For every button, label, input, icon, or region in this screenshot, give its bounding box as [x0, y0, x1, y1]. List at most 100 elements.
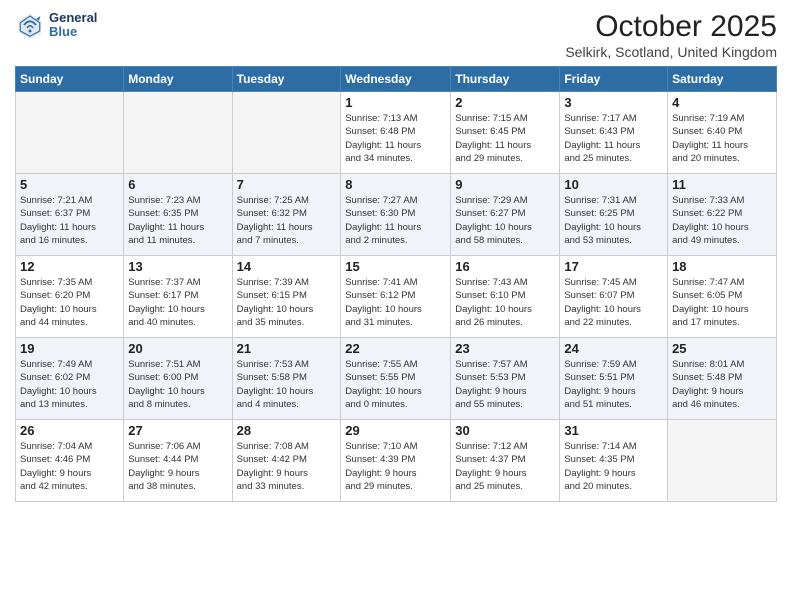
day-info-line: Daylight: 9 hours: [237, 468, 308, 479]
day-info-line: Sunset: 6:43 PM: [564, 126, 634, 137]
day-number: 31: [564, 423, 663, 438]
day-info: Sunrise: 7:21 AMSunset: 6:37 PMDaylight:…: [20, 194, 119, 247]
day-info-line: Sunset: 5:48 PM: [672, 372, 742, 383]
day-info-line: and 51 minutes.: [564, 399, 632, 410]
day-info-line: Sunrise: 8:01 AM: [672, 359, 744, 370]
day-number: 6: [128, 177, 227, 192]
day-info-line: Sunrise: 7:10 AM: [345, 441, 417, 452]
day-info: Sunrise: 7:55 AMSunset: 5:55 PMDaylight:…: [345, 358, 446, 411]
day-info: Sunrise: 7:53 AMSunset: 5:58 PMDaylight:…: [237, 358, 337, 411]
day-info-line: Sunrise: 7:29 AM: [455, 195, 527, 206]
day-info: Sunrise: 7:06 AMSunset: 4:44 PMDaylight:…: [128, 440, 227, 493]
day-info-line: and 44 minutes.: [20, 317, 88, 328]
day-info-line: Sunset: 6:45 PM: [455, 126, 525, 137]
page-container: General Blue October 2025 Selkirk, Scotl…: [0, 0, 792, 512]
day-info-line: Sunrise: 7:53 AM: [237, 359, 309, 370]
day-info: Sunrise: 7:19 AMSunset: 6:40 PMDaylight:…: [672, 112, 772, 165]
day-info: Sunrise: 7:59 AMSunset: 5:51 PMDaylight:…: [564, 358, 663, 411]
calendar-cell: 29 Sunrise: 7:10 AMSunset: 4:39 PMDayligh…: [341, 420, 451, 502]
day-info-line: Daylight: 10 hours: [237, 304, 314, 315]
day-info-line: Sunrise: 7:19 AM: [672, 113, 744, 124]
day-info-line: Sunset: 6:00 PM: [128, 372, 198, 383]
day-number: 12: [20, 259, 119, 274]
day-header-thursday: Thursday: [451, 67, 560, 92]
day-info-line: Sunrise: 7:49 AM: [20, 359, 92, 370]
calendar-week-row: 12 Sunrise: 7:35 AMSunset: 6:20 PMDayligh…: [16, 256, 777, 338]
day-info-line: Daylight: 11 hours: [564, 140, 640, 151]
day-info-line: Sunset: 5:53 PM: [455, 372, 525, 383]
logo-icon: [15, 10, 45, 40]
day-info: Sunrise: 7:12 AMSunset: 4:37 PMDaylight:…: [455, 440, 555, 493]
day-info-line: Daylight: 10 hours: [455, 304, 532, 315]
day-number: 23: [455, 341, 555, 356]
calendar-cell: 10Sunrise: 7:31 AMSunset: 6:25 PMDayligh…: [560, 174, 668, 256]
day-number: 3: [564, 95, 663, 110]
day-info-line: and 20 minutes.: [564, 481, 632, 492]
day-info-line: Daylight: 9 hours: [128, 468, 199, 479]
day-info-line: Sunset: 4:37 PM: [455, 454, 525, 465]
day-info: Sunrise: 7:35 AMSunset: 6:20 PMDaylight:…: [20, 276, 119, 329]
day-info: Sunrise: 7:57 AMSunset: 5:53 PMDaylight:…: [455, 358, 555, 411]
logo-blue: Blue: [49, 25, 97, 39]
day-info-line: Sunset: 6:27 PM: [455, 208, 525, 219]
day-info-line: Sunset: 6:12 PM: [345, 290, 415, 301]
day-number: 17: [564, 259, 663, 274]
calendar-cell: 12 Sunrise: 7:35 AMSunset: 6:20 PMDayligh…: [16, 256, 124, 338]
day-info-line: Sunset: 6:10 PM: [455, 290, 525, 301]
calendar-week-row: 1Sunrise: 7:13 AMSunset: 6:48 PMDaylight…: [16, 92, 777, 174]
calendar-week-row: 19Sunrise: 7:49 AMSunset: 6:02 PMDayligh…: [16, 338, 777, 420]
day-info-line: Sunrise: 7:45 AM: [564, 277, 636, 288]
day-info-line: Daylight: 9 hours: [345, 468, 416, 479]
day-info: Sunrise: 7:51 AM Sunset: 6:00 PM Daylight:…: [128, 358, 227, 411]
calendar-cell: 6Sunrise: 7:23 AMSunset: 6:35 PMDaylight…: [124, 174, 232, 256]
calendar-cell: 1Sunrise: 7:13 AMSunset: 6:48 PMDaylight…: [341, 92, 451, 174]
calendar-header-row: SundayMondayTuesdayWednesdayThursdayFrid…: [16, 67, 777, 92]
day-number: 11: [672, 177, 772, 192]
day-info-line: and 34 minutes.: [345, 153, 413, 164]
calendar-cell: 23Sunrise: 7:57 AMSunset: 5:53 PMDayligh…: [451, 338, 560, 420]
day-info-line: Sunrise: 7:04 AM: [20, 441, 92, 452]
day-info-line: Daylight: 11 hours: [237, 222, 313, 233]
day-info-line: Sunrise: 7:14 AM: [564, 441, 636, 452]
day-number: 29: [345, 423, 446, 438]
day-info-line: Sunset: 6:37 PM: [20, 208, 90, 219]
day-number: 7: [237, 177, 337, 192]
day-number: 18: [672, 259, 772, 274]
day-info: Sunrise: 7:47 AMSunset: 6:05 PMDaylight:…: [672, 276, 772, 329]
day-number: 4: [672, 95, 772, 110]
day-number: 5: [20, 177, 119, 192]
day-info: Sunrise: 7:27 AMSunset: 6:30 PMDaylight:…: [345, 194, 446, 247]
day-info-line: and 49 minutes.: [672, 235, 740, 246]
day-info-line: Daylight: 11 hours: [345, 140, 421, 151]
calendar-cell: 15Sunrise: 7:41 AMSunset: 6:12 PMDayligh…: [341, 256, 451, 338]
day-info-line: Daylight: 10 hours: [128, 386, 205, 397]
day-info-line: and 31 minutes.: [345, 317, 413, 328]
day-info-line: Sunrise: 7:41 AM: [345, 277, 417, 288]
calendar-cell: 16Sunrise: 7:43 AMSunset: 6:10 PMDayligh…: [451, 256, 560, 338]
calendar-cell: 26Sunrise: 7:04 AMSunset: 4:46 PMDayligh…: [16, 420, 124, 502]
day-number: 14: [237, 259, 337, 274]
day-info-line: and 0 minutes.: [345, 399, 407, 410]
day-number: 25: [672, 341, 772, 356]
day-info-line: Sunrise: 7:57 AM: [455, 359, 527, 370]
day-info-line: Sunset: 4:44 PM: [128, 454, 198, 465]
day-info-line: Sunrise: 7:23 AM: [128, 195, 200, 206]
logo-general: General: [49, 11, 97, 25]
day-info-line: Sunset: 6:35 PM: [128, 208, 198, 219]
location: Selkirk, Scotland, United Kingdom: [565, 44, 777, 60]
calendar-cell: 31Sunrise: 7:14 AMSunset: 4:35 PMDayligh…: [560, 420, 668, 502]
day-info-line: and 38 minutes.: [128, 481, 196, 492]
calendar-cell: 28Sunrise: 7:08 AMSunset: 4:42 PMDayligh…: [232, 420, 341, 502]
day-info-line: and 40 minutes.: [128, 317, 196, 328]
day-number: 22: [345, 341, 446, 356]
day-info: Sunrise: 7:10 AMSunset: 4:39 PMDaylight:…: [345, 440, 446, 493]
day-info-line: and 16 minutes.: [20, 235, 88, 246]
day-info-line: Sunrise: 7:12 AM: [455, 441, 527, 452]
day-info-line: Daylight: 10 hours: [345, 304, 422, 315]
day-info-line: Sunrise: 7:51 AM: [128, 359, 200, 370]
day-info: Sunrise: 7:41 AM Sunset: 6:12 PM Daylight:…: [345, 276, 446, 329]
day-info-line: Sunset: 6:40 PM: [672, 126, 742, 137]
calendar-cell: 21Sunrise: 7:53 AMSunset: 5:58 PMDayligh…: [232, 338, 341, 420]
day-info-line: and 53 minutes.: [564, 235, 632, 246]
day-info-line: Sunset: 6:05 PM: [672, 290, 742, 301]
